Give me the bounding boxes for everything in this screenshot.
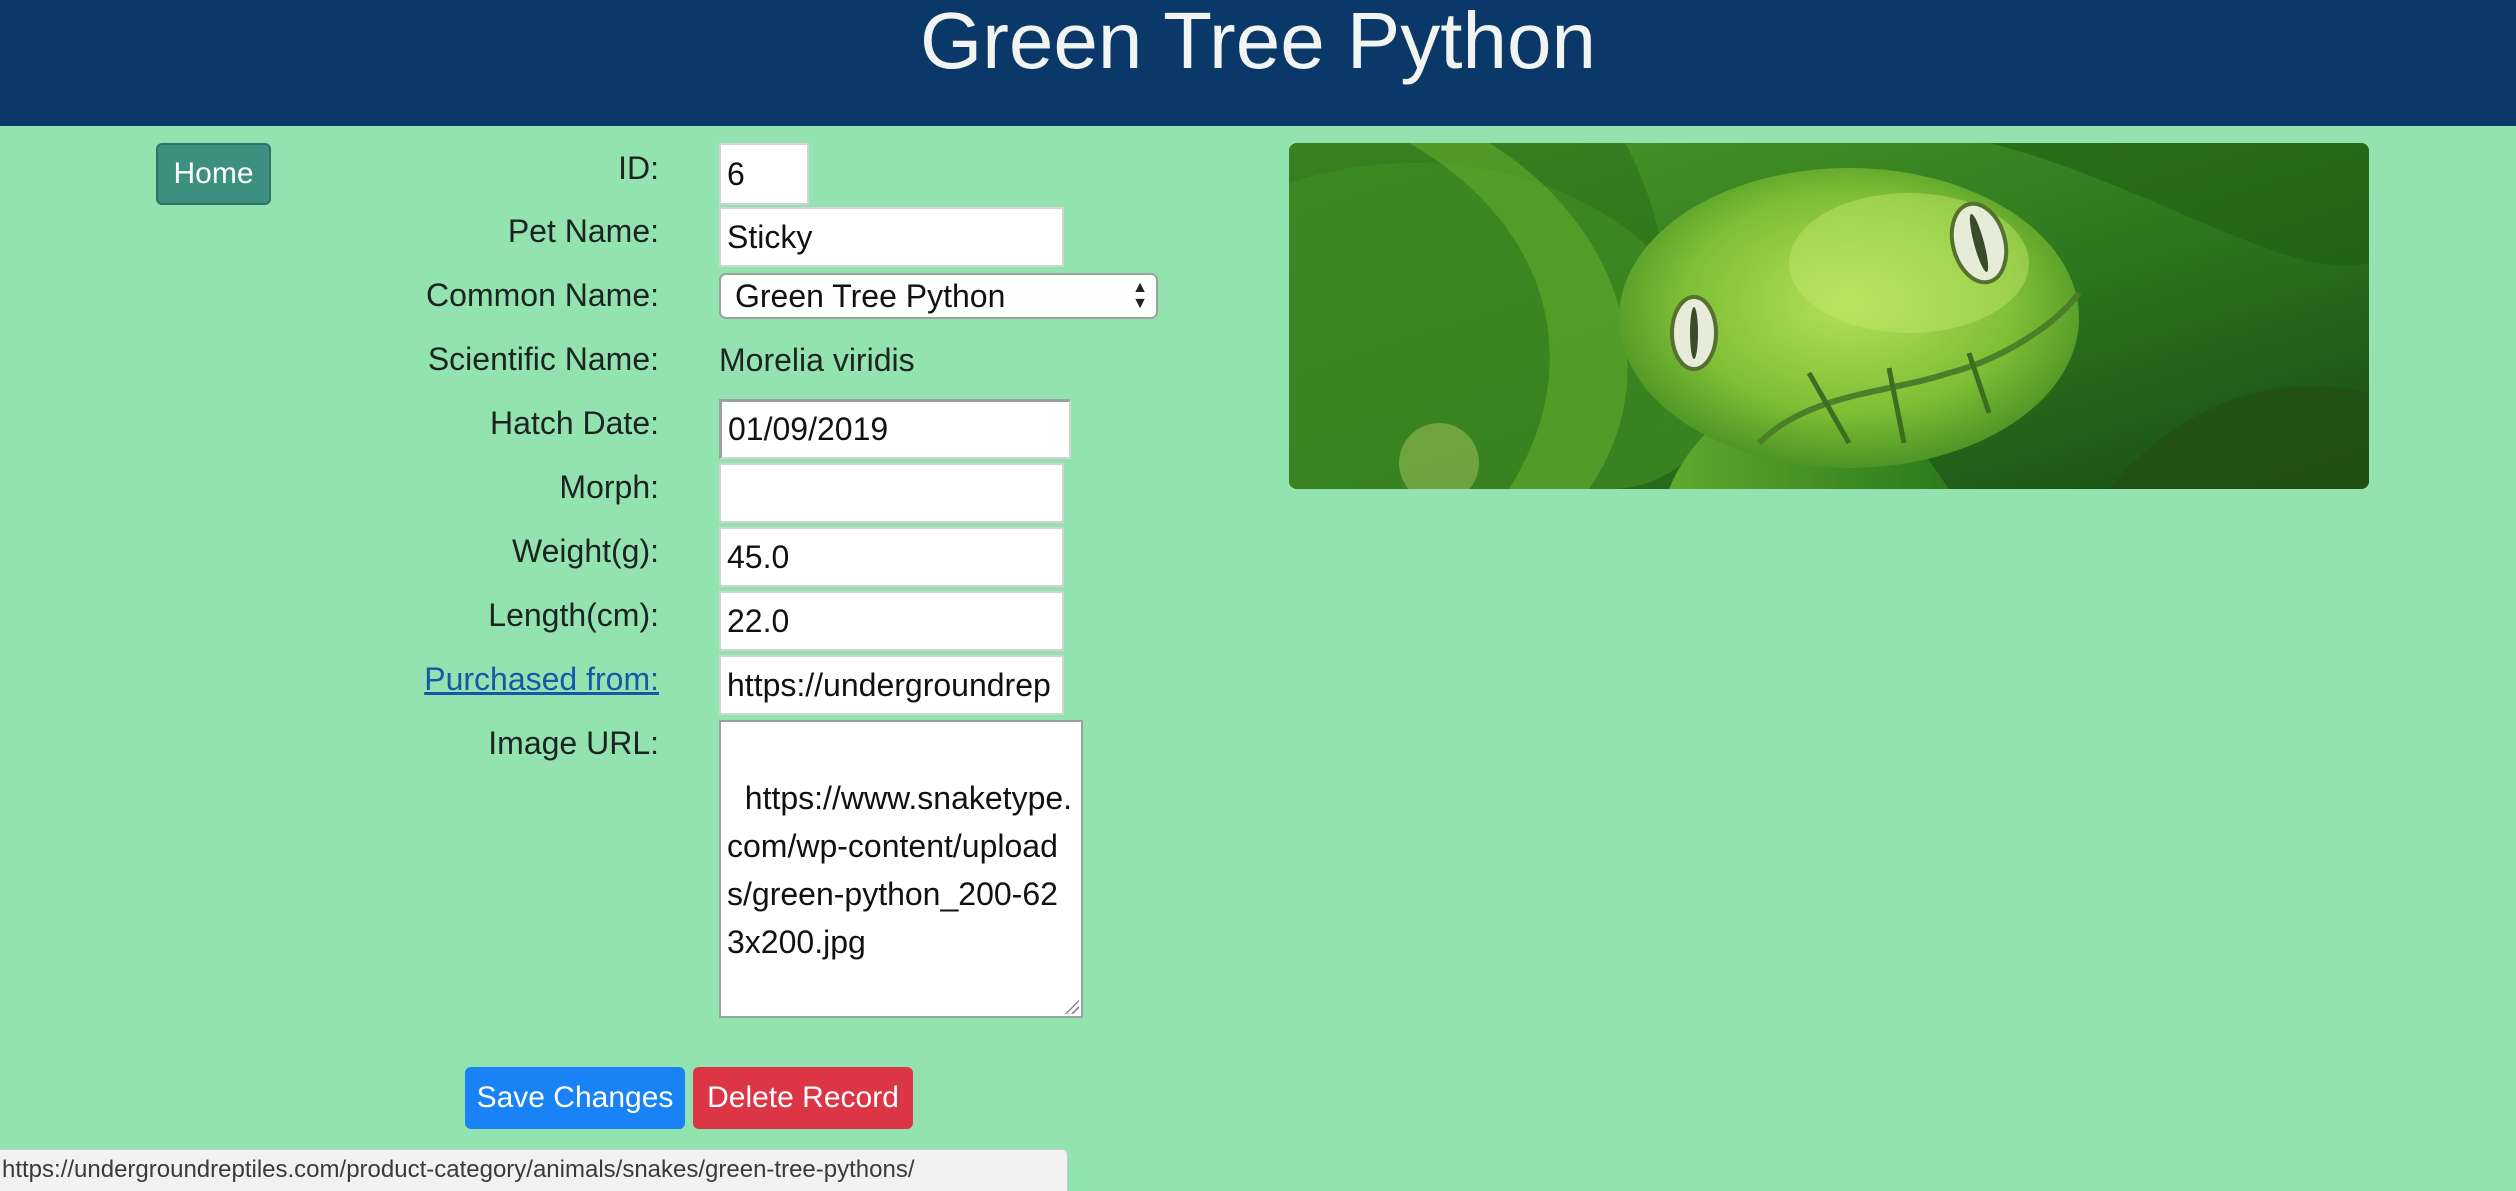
morph-label: Morph: [559, 469, 659, 505]
save-changes-button[interactable]: Save Changes [465, 1067, 685, 1129]
home-button[interactable]: Home [156, 143, 271, 205]
hatch-date-label: Hatch Date: [490, 405, 659, 441]
purchased-from-link[interactable]: Purchased from: [424, 659, 659, 699]
weight-field[interactable] [719, 527, 1064, 587]
delete-record-button[interactable]: Delete Record [693, 1067, 913, 1129]
length-label: Length(cm): [488, 597, 659, 633]
purchased-from-field[interactable] [719, 655, 1064, 715]
common-name-selected: Green Tree Python [735, 278, 1006, 314]
pet-photo [1289, 143, 2369, 489]
length-field[interactable] [719, 591, 1064, 651]
common-name-select[interactable]: Green Tree Python ▲ ▼ [719, 273, 1158, 319]
image-url-label: Image URL: [488, 725, 659, 761]
morph-field[interactable] [719, 463, 1064, 523]
resize-grip-icon[interactable] [1063, 998, 1079, 1014]
pet-name-label: Pet Name: [507, 213, 659, 249]
status-bar-url: https://undergroundreptiles.com/product-… [0, 1149, 1068, 1191]
page-header: Green Tree Python [0, 0, 2516, 126]
scientific-name-label: Scientific Name: [427, 341, 659, 377]
image-url-textarea[interactable]: https://www.snaketype.com/wp-content/upl… [719, 720, 1083, 1018]
select-arrows-icon: ▲ ▼ [1132, 279, 1148, 312]
page-title: Green Tree Python [920, 0, 1596, 85]
pet-name-field[interactable] [719, 207, 1064, 267]
scientific-name-value: Morelia viridis [719, 342, 915, 378]
hatch-date-field[interactable] [719, 399, 1071, 459]
id-field[interactable] [719, 143, 809, 205]
id-label: ID: [618, 150, 659, 186]
common-name-label: Common Name: [426, 277, 659, 313]
weight-label: Weight(g): [511, 533, 659, 569]
image-url-text: https://www.snaketype.com/wp-content/upl… [727, 780, 1073, 960]
